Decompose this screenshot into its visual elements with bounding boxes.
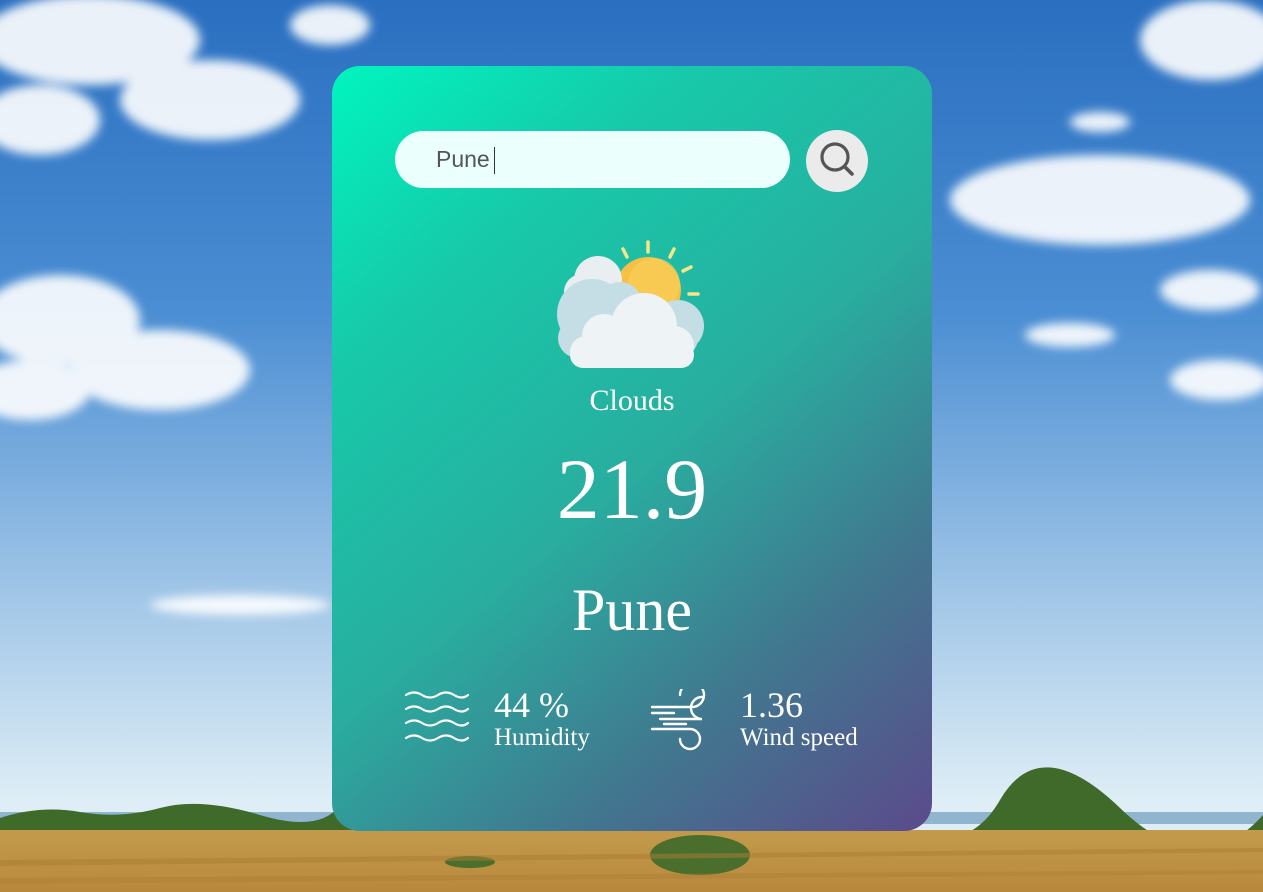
humidity-text: 44 % Humidity — [494, 685, 590, 751]
text-cursor — [494, 147, 495, 174]
weather-condition: Clouds — [589, 384, 675, 417]
search-bar — [395, 130, 870, 192]
wind-speed-value: 1.36 — [740, 685, 803, 725]
wind-icon — [650, 681, 716, 756]
humidity-value: 44 % — [494, 685, 569, 725]
city-search-input[interactable] — [395, 131, 790, 188]
search-icon — [820, 142, 854, 176]
wind-detail: 1.36 Wind speed — [650, 681, 890, 757]
temperature-value: 21.9 — [556, 441, 708, 537]
waves-icon — [404, 689, 470, 754]
weather-card: Clouds 21.9 Pune 44 % Humidity — [332, 66, 932, 831]
wind-speed-label: Wind speed — [740, 724, 858, 751]
wind-text: 1.36 Wind speed — [740, 685, 858, 751]
search-button[interactable] — [806, 130, 868, 192]
humidity-detail: 44 % Humidity — [404, 685, 634, 757]
city-name: Pune — [572, 577, 692, 643]
sun-behind-clouds-icon — [556, 238, 708, 373]
humidity-label: Humidity — [494, 724, 590, 751]
